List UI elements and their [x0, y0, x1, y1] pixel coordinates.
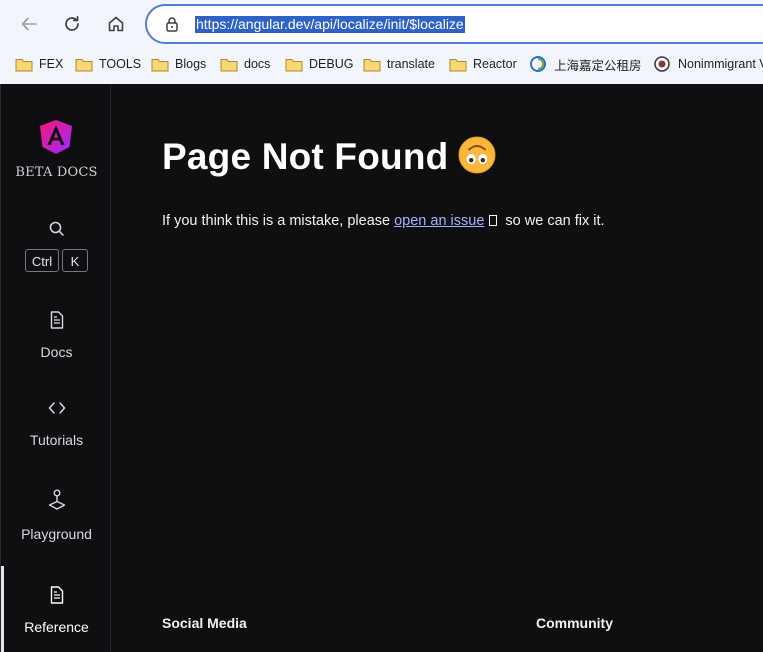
sidebar: BETA DOCS Ctrl K Docs Tutorials Playgrou…	[0, 84, 111, 652]
browser-chrome: https://angular.dev/api/localize/init/$l…	[0, 0, 763, 84]
url-text[interactable]: https://angular.dev/api/localize/init/$l…	[195, 16, 465, 33]
home-button[interactable]	[101, 9, 131, 39]
brand-label: BETA DOCS	[15, 165, 98, 180]
error-message: If you think this is a mistake, please o…	[162, 213, 605, 229]
folder-icon	[363, 58, 381, 71]
open-issue-link[interactable]: open an issue	[394, 213, 484, 229]
sidebar-item-tutorials[interactable]: Tutorials	[1, 398, 112, 448]
bookmark-reactor[interactable]: Reactor	[449, 54, 517, 74]
external-link-icon	[489, 215, 498, 226]
seal-favicon-icon	[654, 56, 670, 72]
sidebar-item-label: Docs	[40, 344, 73, 360]
bookmark-site-2[interactable]: Nonimmigrant V	[654, 54, 763, 74]
back-arrow-icon	[21, 17, 37, 31]
back-button[interactable]	[14, 9, 44, 39]
shortcut-key-ctrl[interactable]: Ctrl	[25, 249, 59, 272]
bookmark-label: 上海嘉定公租房	[554, 58, 642, 73]
address-bar[interactable]: https://angular.dev/api/localize/init/$l…	[145, 4, 763, 44]
bookmark-debug[interactable]: DEBUG	[285, 54, 353, 74]
sidebar-item-reference[interactable]: Reference	[1, 585, 112, 635]
code-icon	[48, 402, 65, 414]
bookmark-translate[interactable]: translate	[363, 54, 435, 74]
reload-button[interactable]	[57, 9, 87, 39]
bookmark-fex[interactable]: FEX	[15, 54, 63, 74]
message-text: so we can fix it.	[501, 213, 605, 229]
sidebar-item-playground[interactable]: Playground	[1, 488, 112, 542]
main-content: Page Not Found If you think this is a mi…	[111, 84, 763, 652]
folder-icon	[151, 58, 169, 71]
page-content: BETA DOCS Ctrl K Docs Tutorials Playgrou…	[0, 84, 763, 652]
folder-icon	[220, 58, 238, 71]
bookmark-label: Reactor	[473, 57, 517, 71]
footer-social-heading: Social Media	[162, 615, 247, 631]
bookmark-label: Blogs	[175, 57, 207, 71]
page-title: Page Not Found	[162, 136, 449, 177]
page-title-wrapper: Page Not Found	[162, 136, 496, 178]
site-info-icon[interactable]	[163, 15, 181, 33]
bookmark-docs[interactable]: docs	[220, 54, 270, 74]
browser-toolbar: https://angular.dev/api/localize/init/$l…	[0, 0, 763, 48]
sidebar-item-docs[interactable]: Docs	[1, 310, 112, 360]
bookmark-blogs[interactable]: Blogs	[151, 54, 206, 74]
joystick-icon	[48, 489, 65, 510]
sidebar-item-label: Tutorials	[29, 432, 84, 448]
sidebar-item-label: Reference	[24, 619, 89, 635]
document-icon	[50, 311, 63, 329]
folder-icon	[285, 58, 303, 71]
angular-logo-icon[interactable]	[37, 118, 75, 156]
search-icon[interactable]	[47, 219, 67, 239]
bookmark-label: FEX	[39, 57, 64, 71]
message-text: If you think this is a mistake, please	[162, 213, 395, 229]
bookmark-site-1[interactable]: 上海嘉定公租房	[530, 54, 642, 74]
document-icon	[50, 586, 63, 604]
bookmark-label: translate	[387, 57, 435, 71]
swirl-favicon-icon	[530, 56, 546, 72]
bookmark-label: TOOLS	[99, 57, 142, 71]
bookmark-tools[interactable]: TOOLS	[75, 54, 141, 74]
folder-icon	[75, 58, 93, 71]
folder-icon	[449, 58, 467, 71]
shortcut-key-k[interactable]: K	[62, 249, 88, 272]
reload-icon	[65, 15, 79, 31]
sidebar-item-label: Playground	[21, 526, 92, 542]
bookmark-label: DEBUG	[309, 57, 354, 71]
bookmarks-bar: FEX TOOLS Blogs docs DEBUG translate Rea…	[0, 50, 763, 78]
footer-community-heading: Community	[536, 615, 613, 631]
home-icon	[108, 16, 124, 32]
bookmark-label: Nonimmigrant V	[678, 57, 763, 71]
upside-down-face-icon	[458, 136, 496, 174]
active-indicator	[1, 566, 4, 652]
bookmark-label: docs	[244, 57, 271, 71]
folder-icon	[15, 58, 33, 71]
